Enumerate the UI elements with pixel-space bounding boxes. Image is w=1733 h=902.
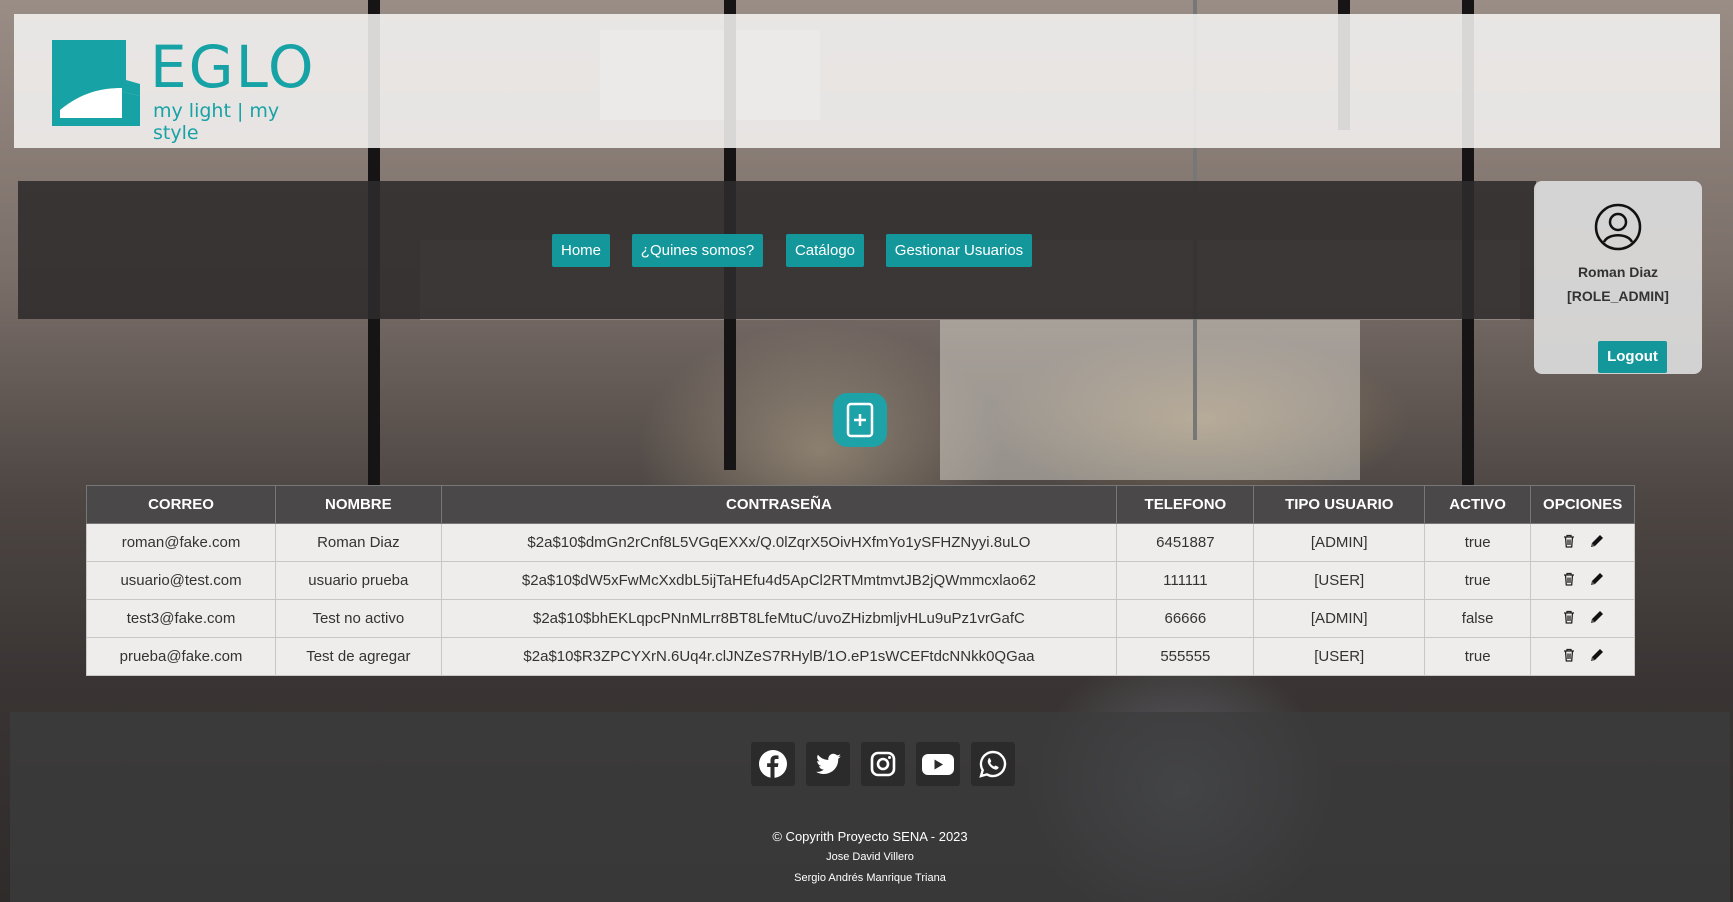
nav-home[interactable]: Home xyxy=(552,234,610,267)
cell-activo: true xyxy=(1423,561,1532,600)
cell-tipo-usuario: [ADMIN] xyxy=(1253,523,1425,562)
pencil-icon[interactable] xyxy=(1589,533,1605,549)
footer-author: Jose David Villero xyxy=(826,851,914,863)
header-telefono: TELEFONO xyxy=(1116,485,1255,524)
twitter-icon xyxy=(816,753,841,775)
cell-contrasena: $2a$10$dW5xFwMcXxdbL5ijTaHEfu4d5ApCl2RTM… xyxy=(440,561,1118,600)
cell-opciones xyxy=(1530,561,1635,600)
facebook-link[interactable] xyxy=(751,742,795,786)
user-role: [ROLE_ADMIN] xyxy=(1567,288,1669,304)
user-name: Roman Diaz xyxy=(1577,264,1659,280)
site-header: EGLO my light | my style xyxy=(14,14,1720,148)
cell-contrasena: $2a$10$bhEKLqpcPNnMLrr8BT8LfeMtuC/uvoZHi… xyxy=(440,599,1118,638)
facebook-icon xyxy=(759,750,787,778)
cell-nombre: Test no activo xyxy=(275,599,442,638)
trash-icon[interactable] xyxy=(1561,533,1577,549)
cell-tipo-usuario: [USER] xyxy=(1253,637,1425,676)
cell-telefono: 6451887 xyxy=(1116,523,1255,562)
cell-telefono: 555555 xyxy=(1116,637,1255,676)
instagram-link[interactable] xyxy=(861,742,905,786)
cell-activo: false xyxy=(1423,599,1532,638)
footer-author: Sergio Andrés Manrique Triana xyxy=(794,872,946,884)
header-nombre: NOMBRE xyxy=(275,485,442,524)
instagram-icon xyxy=(870,751,896,777)
table-row: usuario@test.com usuario prueba $2a$10$d… xyxy=(85,561,1635,600)
users-table: CORREO NOMBRE CONTRASEÑA TELEFONO TIPO U… xyxy=(85,485,1635,676)
trash-icon[interactable] xyxy=(1561,571,1577,587)
cell-correo: prueba@fake.com xyxy=(85,637,277,676)
header-contrasena: CONTRASEÑA xyxy=(440,485,1118,524)
header-correo: CORREO xyxy=(85,485,277,524)
cell-activo: true xyxy=(1423,523,1532,562)
eglo-logo[interactable]: EGLO my light | my style xyxy=(38,26,318,144)
cell-opciones xyxy=(1530,523,1635,562)
footer-copyright: © Copyrith Proyecto SENA - 2023 xyxy=(772,829,968,844)
header-activo: ACTIVO xyxy=(1423,485,1532,524)
nav-gestionar-usuarios[interactable]: Gestionar Usuarios xyxy=(886,234,1032,267)
cell-telefono: 111111 xyxy=(1116,561,1255,600)
trash-icon[interactable] xyxy=(1561,647,1577,663)
user-circle-icon xyxy=(1594,203,1642,251)
logo-mark-icon xyxy=(52,40,140,126)
pencil-icon[interactable] xyxy=(1589,571,1605,587)
table-header-row: CORREO NOMBRE CONTRASEÑA TELEFONO TIPO U… xyxy=(85,485,1635,524)
logo-wordmark: EGLO xyxy=(150,33,316,101)
cell-correo: roman@fake.com xyxy=(85,523,277,562)
header-opciones: OPCIONES xyxy=(1530,485,1635,524)
add-user-button[interactable] xyxy=(833,393,887,447)
cell-contrasena: $2a$10$dmGn2rCnf8L5VGqEXXx/Q.0lZqrX5OivH… xyxy=(440,523,1118,562)
whatsapp-icon xyxy=(979,750,1007,778)
pencil-icon[interactable] xyxy=(1589,647,1605,663)
site-footer: © Copyrith Proyecto SENA - 2023 Jose Dav… xyxy=(10,712,1730,902)
table-row: roman@fake.com Roman Diaz $2a$10$dmGn2rC… xyxy=(85,523,1635,562)
cell-tipo-usuario: [USER] xyxy=(1253,561,1425,600)
youtube-link[interactable] xyxy=(916,742,960,786)
youtube-icon xyxy=(922,754,954,775)
logout-button[interactable]: Logout xyxy=(1598,341,1667,373)
cell-contrasena: $2a$10$R3ZPCYXrN.6Uq4r.clJNZeS7RHylB/1O.… xyxy=(440,637,1118,676)
cell-correo: usuario@test.com xyxy=(85,561,277,600)
user-card: Roman Diaz [ROLE_ADMIN] Logout xyxy=(1534,181,1702,374)
pencil-icon[interactable] xyxy=(1589,609,1605,625)
nav-catalogo[interactable]: Catálogo xyxy=(786,234,864,267)
twitter-link[interactable] xyxy=(806,742,850,786)
cell-telefono: 66666 xyxy=(1116,599,1255,638)
table-row: prueba@fake.com Test de agregar $2a$10$R… xyxy=(85,637,1635,676)
cell-nombre: Roman Diaz xyxy=(275,523,442,562)
add-document-icon xyxy=(846,402,874,438)
nav-quienes-somos[interactable]: ¿Quines somos? xyxy=(632,234,763,267)
nav-bar: Home ¿Quines somos? Catálogo Gestionar U… xyxy=(18,181,1536,319)
cell-opciones xyxy=(1530,599,1635,638)
cell-nombre: Test de agregar xyxy=(275,637,442,676)
cell-opciones xyxy=(1530,637,1635,676)
cell-correo: test3@fake.com xyxy=(85,599,277,638)
whatsapp-link[interactable] xyxy=(971,742,1015,786)
cell-tipo-usuario: [ADMIN] xyxy=(1253,599,1425,638)
cell-nombre: usuario prueba xyxy=(275,561,442,600)
table-row: test3@fake.com Test no activo $2a$10$bhE… xyxy=(85,599,1635,638)
trash-icon[interactable] xyxy=(1561,609,1577,625)
logo-tagline: my light | my style xyxy=(153,100,280,144)
cell-activo: true xyxy=(1423,637,1532,676)
header-tipo-usuario: TIPO USUARIO xyxy=(1253,485,1425,524)
